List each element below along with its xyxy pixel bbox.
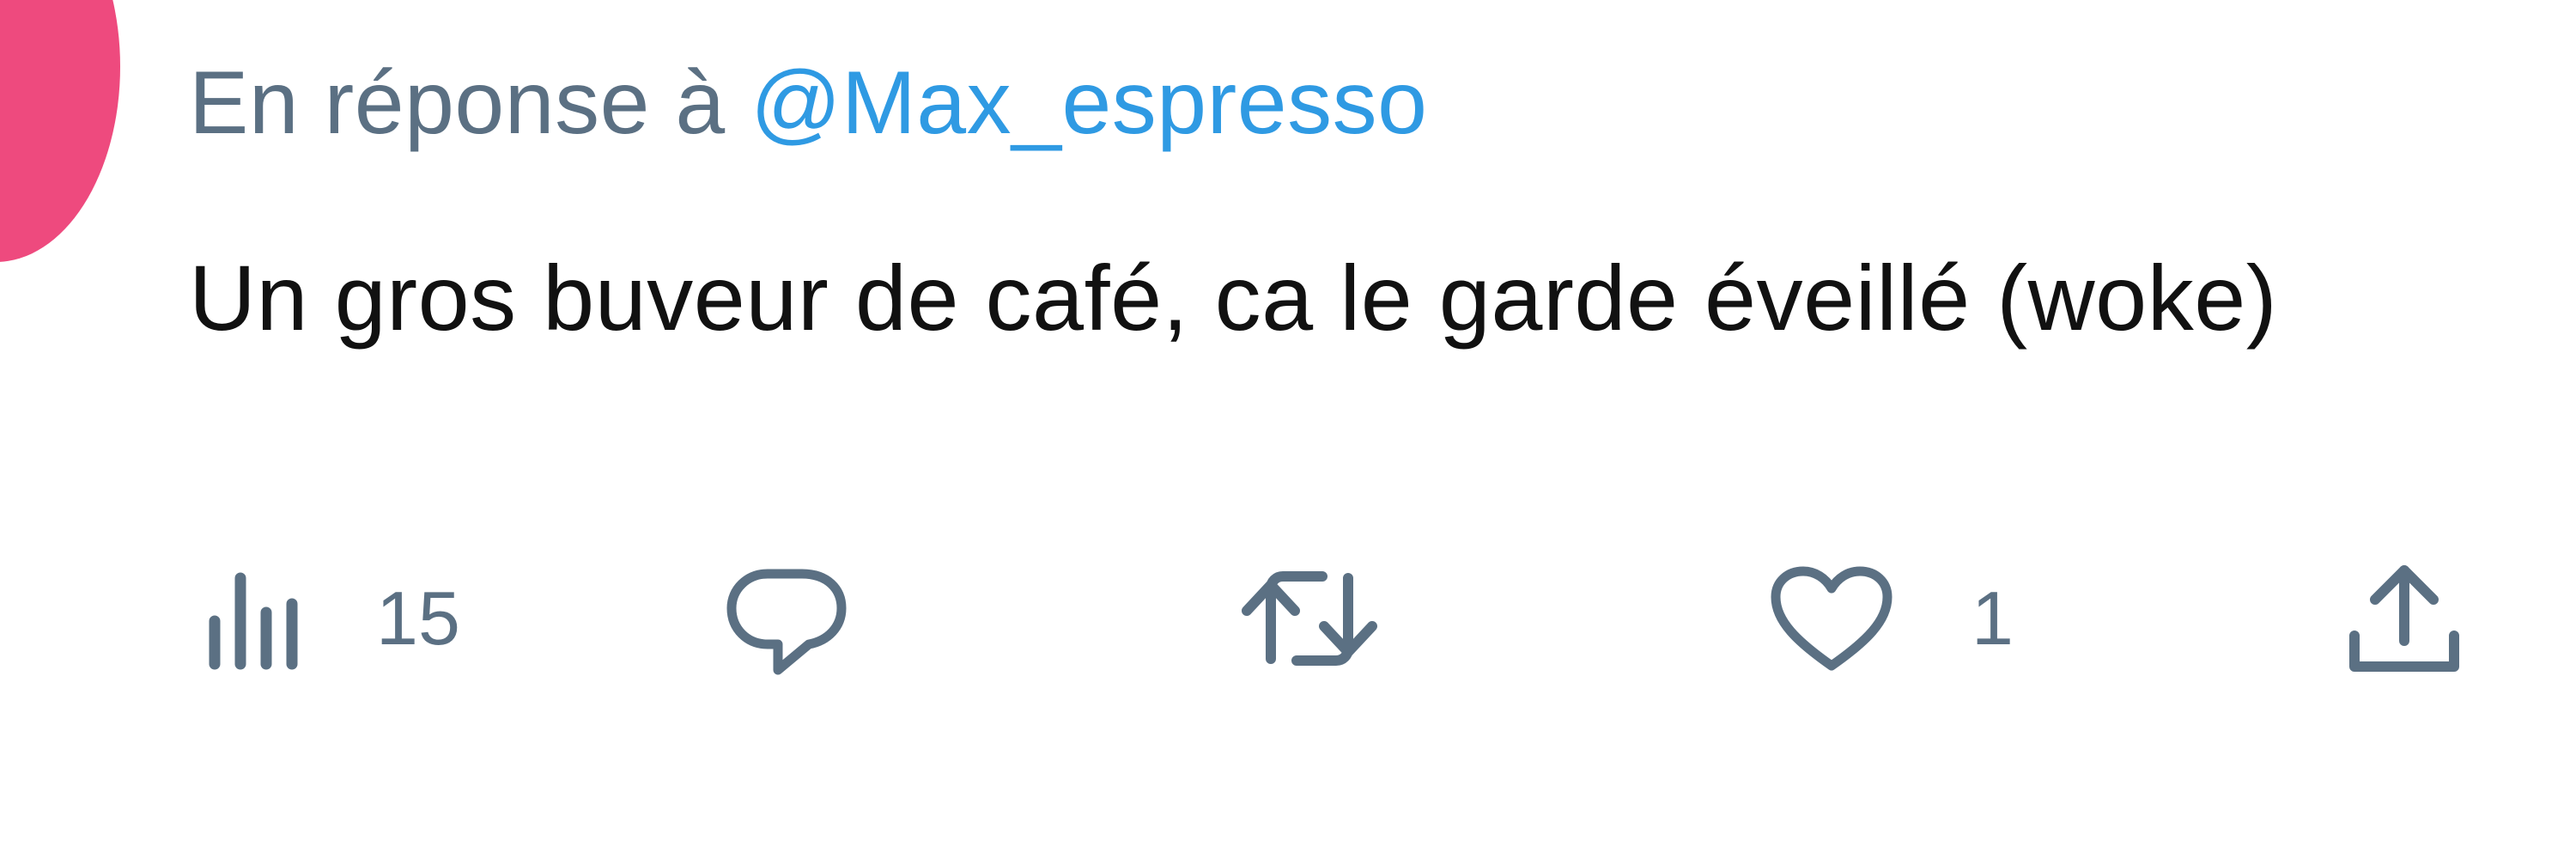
reply-context: En réponse à @Max_espresso xyxy=(189,47,1427,159)
reply-handle-link[interactable]: @Max_espresso xyxy=(750,53,1427,153)
share-button[interactable] xyxy=(2344,550,2464,687)
tweet-text: Un gros buveur de café, ca le garde évei… xyxy=(189,246,2278,350)
reply-button[interactable] xyxy=(721,550,850,687)
avatar[interactable] xyxy=(0,0,120,262)
like-count: 1 xyxy=(1971,576,2014,661)
views-count: 15 xyxy=(376,576,460,661)
views-chart-icon xyxy=(204,563,307,674)
reply-prefix: En réponse à xyxy=(189,53,726,153)
tweet-actions-bar: 15 1 xyxy=(0,550,2576,687)
heart-icon xyxy=(1767,563,1896,674)
like-button[interactable]: 1 xyxy=(1767,550,2014,687)
share-upload-icon xyxy=(2344,558,2464,679)
views-button[interactable]: 15 xyxy=(204,550,460,687)
reply-bubble-icon xyxy=(721,558,850,679)
retweet-button[interactable] xyxy=(1236,550,1382,687)
retweet-icon xyxy=(1236,563,1382,674)
